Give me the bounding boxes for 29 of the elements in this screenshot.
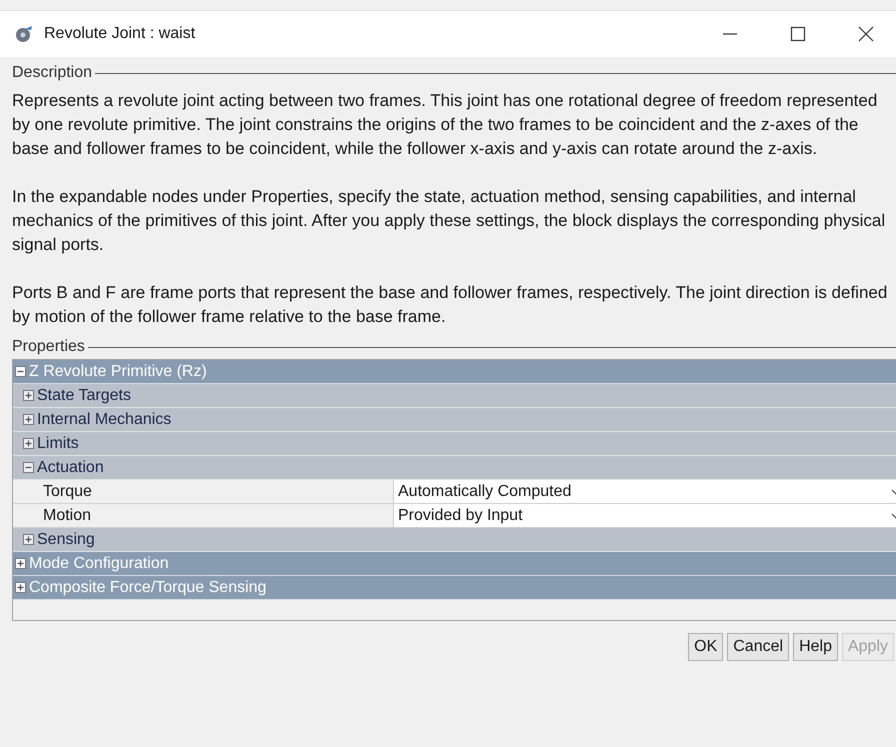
tree-node[interactable]: Sensing xyxy=(13,528,896,552)
dropdown-value: Provided by Input xyxy=(398,506,523,524)
description-paragraph: In the expandable nodes under Properties, specify the state, actuation method, sensing capabilities, and internal mechanics of the primitives of this joint. After you apply these settings, the block displays the corresponding physical signal ports. xyxy=(12,186,886,256)
tree-node[interactable]: Actuation xyxy=(13,456,896,480)
section-legend: Properties xyxy=(12,338,85,356)
expander-icon[interactable] xyxy=(23,414,34,425)
expander-icon[interactable] xyxy=(23,462,34,473)
parameter-dropdown[interactable]: Automatically Computed xyxy=(394,480,896,503)
dialog-button[interactable]: Help xyxy=(793,633,838,661)
description-paragraph: Represents a revolute joint acting between two frames. This joint has one rotational degree of freedom represented by one revolute primitive. The joint constrains the origins of the two frames to be coincident and the z-axes of the base and follower frames to be coincident, while the follower x-axis and y-axis can rotate around the z-axis. xyxy=(12,90,878,160)
tree-node[interactable]: Internal Mechanics xyxy=(13,408,896,432)
expander-icon[interactable] xyxy=(15,582,26,593)
description-paragraph: Ports B and F are frame ports that represent the base and follower frames, respectively. The joint direction is defined by motion of the follower frame relative to the base frame. xyxy=(12,282,888,328)
expander-icon[interactable] xyxy=(23,438,34,449)
window-title: Revolute Joint : waist xyxy=(44,25,196,43)
expander-icon[interactable] xyxy=(15,366,26,377)
tree-node[interactable]: State Targets xyxy=(13,384,896,408)
expander-icon[interactable] xyxy=(15,558,26,569)
tree-node[interactable]: Limits xyxy=(13,432,896,456)
dialog-button[interactable]: OK xyxy=(688,633,724,661)
dialog-button[interactable]: Cancel xyxy=(727,633,790,661)
close-icon[interactable] xyxy=(858,26,874,42)
section-legend: Description xyxy=(12,64,92,82)
expander-icon[interactable] xyxy=(23,534,34,545)
expander-icon[interactable] xyxy=(23,390,34,401)
joint-icon xyxy=(14,24,34,44)
dropdown-value: Automatically Computed xyxy=(398,482,572,500)
maximize-icon[interactable] xyxy=(790,26,806,42)
parameter-dropdown[interactable]: Provided by Input xyxy=(394,504,896,527)
